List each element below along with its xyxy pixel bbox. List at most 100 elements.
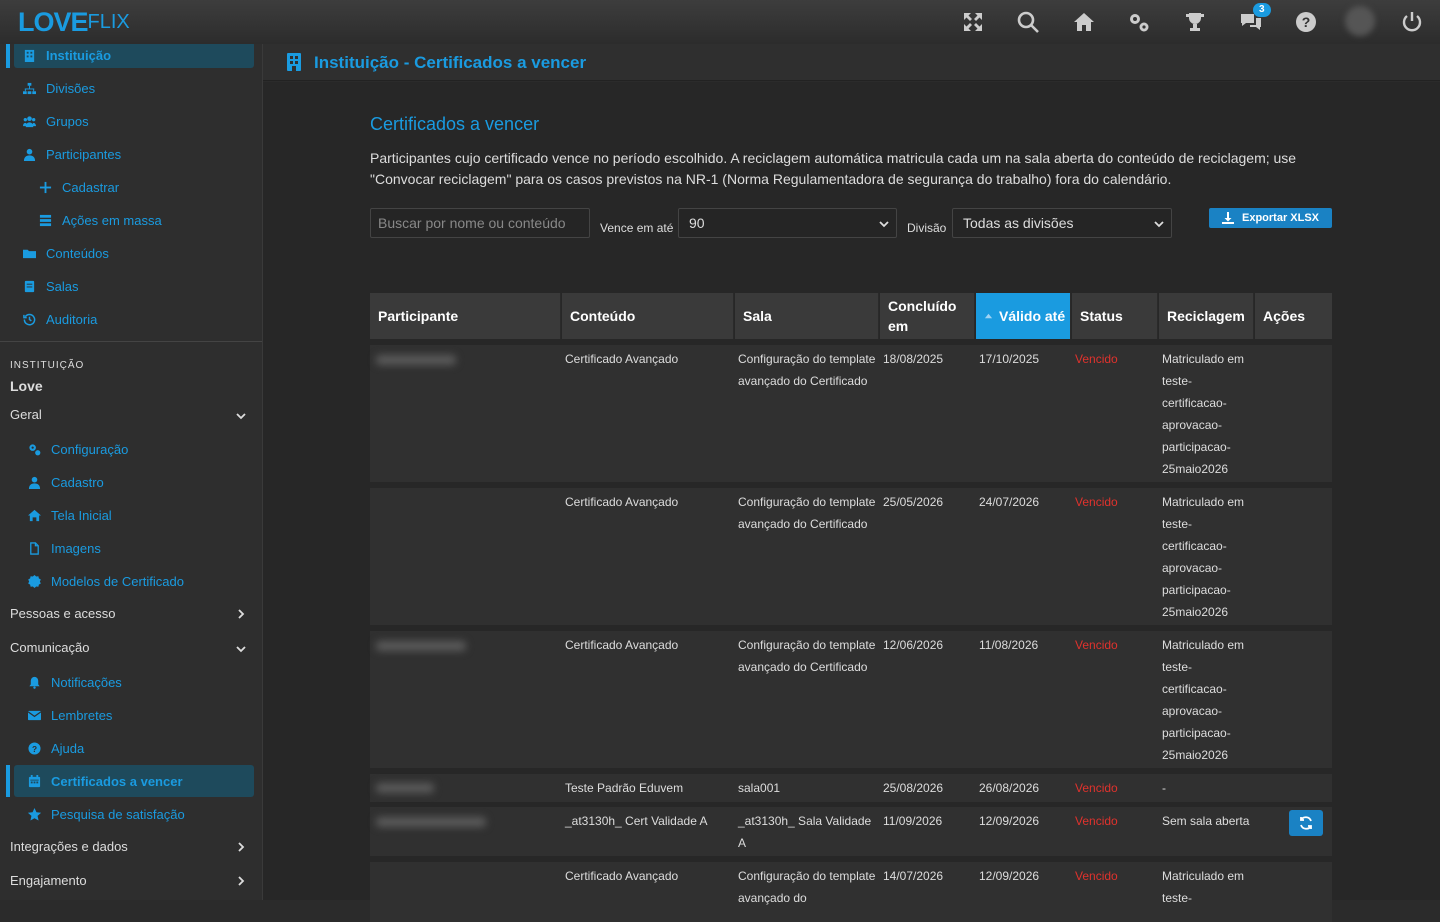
sidebar-item-label: Ações em massa bbox=[62, 212, 162, 228]
column-header-sala[interactable]: Sala bbox=[735, 293, 879, 339]
sidebar-item-cadastrar[interactable]: Cadastrar bbox=[38, 174, 119, 200]
cell-conteudo: Certificado Avançado bbox=[565, 495, 679, 509]
cell-status: Vencido bbox=[1075, 352, 1118, 366]
trophy-icon[interactable] bbox=[1181, 8, 1209, 36]
sidebar-item-label: Divisões bbox=[46, 80, 96, 96]
chevron-down-icon bbox=[879, 221, 889, 228]
chevron-down-icon bbox=[236, 413, 246, 420]
group-geral[interactable]: Geral bbox=[10, 407, 255, 425]
cell-concluido: 25/08/2026 bbox=[883, 781, 944, 795]
sidebar-item-certificados-a-vencer[interactable]: Certificados a vencer bbox=[14, 765, 254, 797]
sidebar-item-modelos-de-certificado[interactable]: Modelos de Certificado bbox=[27, 568, 184, 594]
group-label: Integrações e dados bbox=[10, 839, 128, 854]
redacted-participant bbox=[376, 783, 434, 793]
sidebar-item-configuracao[interactable]: Configuração bbox=[27, 436, 128, 462]
header-label: Concluído em bbox=[888, 298, 957, 334]
sidebar-item-cadastro[interactable]: Cadastro bbox=[27, 469, 104, 495]
cell-sala: Configuração do template avançado do Cer… bbox=[738, 495, 876, 531]
power-icon[interactable] bbox=[1398, 8, 1426, 36]
group-label: Geral bbox=[10, 407, 42, 422]
page-header-title: Instituição - Certificados a vencer bbox=[314, 53, 587, 72]
column-header-valido-ate[interactable]: Válido até bbox=[976, 293, 1071, 339]
sidebar-item-label: Certificados a vencer bbox=[51, 773, 183, 789]
download-icon bbox=[1221, 212, 1234, 224]
column-header-acoes: Ações bbox=[1255, 293, 1332, 339]
group-label: Engajamento bbox=[10, 873, 87, 888]
user-icon bbox=[22, 147, 36, 161]
section-name: Love bbox=[10, 378, 43, 394]
sidebar-item-notificacoes[interactable]: Notificações bbox=[27, 669, 122, 695]
cell-conteudo: _at3130h_ Cert Validade A bbox=[565, 814, 708, 828]
search-icon[interactable] bbox=[1014, 8, 1042, 36]
sidebar-item-ajuda[interactable]: ? Ajuda bbox=[27, 735, 84, 761]
sidebar-item-salas[interactable]: Salas bbox=[22, 273, 79, 299]
sidebar-item-pesquisa-de-satisfacao[interactable]: Pesquisa de satisfação bbox=[27, 801, 185, 827]
redacted-participant bbox=[376, 641, 466, 651]
vence-select[interactable]: 90 bbox=[678, 208, 897, 238]
sidebar-item-divisoes[interactable]: Divisões bbox=[22, 75, 95, 101]
sidebar-item-instituicao[interactable]: Instituição bbox=[14, 44, 254, 68]
cell-status: Vencido bbox=[1075, 869, 1118, 883]
column-header-conteudo[interactable]: Conteúdo bbox=[562, 293, 734, 339]
cell-reciclagem: - bbox=[1162, 781, 1166, 795]
column-header-status[interactable]: Status bbox=[1072, 293, 1158, 339]
avatar[interactable] bbox=[1345, 6, 1375, 36]
sidebar: Instituição Divisões Grupos Participante… bbox=[0, 44, 263, 900]
sidebar-item-label: Pesquisa de satisfação bbox=[51, 806, 185, 822]
calendar-icon bbox=[27, 774, 41, 788]
column-header-concluido-em[interactable]: Concluído em bbox=[880, 293, 975, 339]
sidebar-item-label: Imagens bbox=[51, 540, 101, 556]
divisao-select[interactable]: Todas as divisões bbox=[952, 208, 1172, 238]
cell-conteudo: Certificado Avançado bbox=[565, 352, 679, 366]
history-icon bbox=[22, 312, 36, 326]
sidebar-item-auditoria[interactable]: Auditoria bbox=[22, 306, 97, 332]
header-label: Válido até bbox=[999, 308, 1066, 324]
sidebar-item-participantes[interactable]: Participantes bbox=[22, 141, 121, 167]
sidebar-item-conteudos[interactable]: Conteúdos bbox=[22, 240, 109, 266]
cell-valido: 11/08/2026 bbox=[979, 638, 1039, 652]
sidebar-item-acoes-em-massa[interactable]: Ações em massa bbox=[38, 207, 162, 233]
header-label: Status bbox=[1080, 308, 1123, 324]
sidebar-item-grupos[interactable]: Grupos bbox=[22, 108, 89, 134]
chat-icon[interactable]: 3 bbox=[1237, 3, 1271, 36]
convocar-reciclagem-button[interactable] bbox=[1289, 810, 1323, 836]
building-icon bbox=[22, 48, 36, 62]
sidebar-item-lembretes[interactable]: Lembretes bbox=[27, 702, 112, 728]
group-engajamento[interactable]: Engajamento bbox=[10, 873, 255, 891]
cell-valido: 17/10/2025 bbox=[979, 352, 1040, 366]
sidebar-item-tela-inicial[interactable]: Tela Inicial bbox=[27, 502, 112, 528]
plus-icon bbox=[38, 180, 52, 194]
sidebar-item-label: Grupos bbox=[46, 113, 89, 129]
column-header-reciclagem[interactable]: Reciclagem bbox=[1159, 293, 1254, 339]
chevron-right-icon bbox=[238, 842, 245, 852]
cell-conteudo: Teste Padrão Eduvem bbox=[565, 781, 684, 795]
export-xlsx-button[interactable]: Exportar XLSX bbox=[1209, 208, 1332, 228]
user-icon bbox=[27, 475, 41, 489]
cell-concluido: 18/08/2025 bbox=[883, 352, 944, 366]
active-indicator bbox=[6, 765, 10, 797]
chevron-down-icon bbox=[1154, 221, 1164, 228]
group-integracoes-e-dados[interactable]: Integrações e dados bbox=[10, 839, 255, 857]
sidebar-item-imagens[interactable]: Imagens bbox=[27, 535, 101, 561]
sidebar-item-label: Ajuda bbox=[51, 740, 85, 756]
cell-valido: 12/09/2026 bbox=[979, 814, 1040, 828]
chevron-right-icon bbox=[238, 609, 245, 619]
header-label: Sala bbox=[743, 308, 772, 324]
sidebar-item-label: Auditoria bbox=[46, 311, 98, 327]
app-logo[interactable]: LOVEFLIX bbox=[18, 6, 130, 38]
gears-icon[interactable] bbox=[1125, 8, 1153, 36]
cell-status: Vencido bbox=[1075, 495, 1118, 509]
home-icon[interactable] bbox=[1070, 8, 1098, 36]
section-caption: INSTITUIÇÃO bbox=[10, 360, 85, 371]
column-header-participante[interactable]: Participante bbox=[370, 293, 561, 339]
group-comunicacao[interactable]: Comunicação bbox=[10, 640, 255, 658]
fullscreen-icon[interactable] bbox=[959, 8, 987, 36]
cell-valido: 26/08/2026 bbox=[979, 781, 1040, 795]
vence-value: 90 bbox=[689, 215, 705, 231]
group-pessoas-e-acesso[interactable]: Pessoas e acesso bbox=[10, 606, 255, 624]
search-input[interactable]: Buscar por nome ou conteúdo bbox=[370, 208, 590, 238]
gears-icon bbox=[27, 442, 41, 456]
redacted-participant bbox=[376, 355, 456, 365]
sidebar-item-label: Lembretes bbox=[51, 707, 113, 723]
help-icon[interactable]: ? bbox=[1292, 8, 1320, 36]
